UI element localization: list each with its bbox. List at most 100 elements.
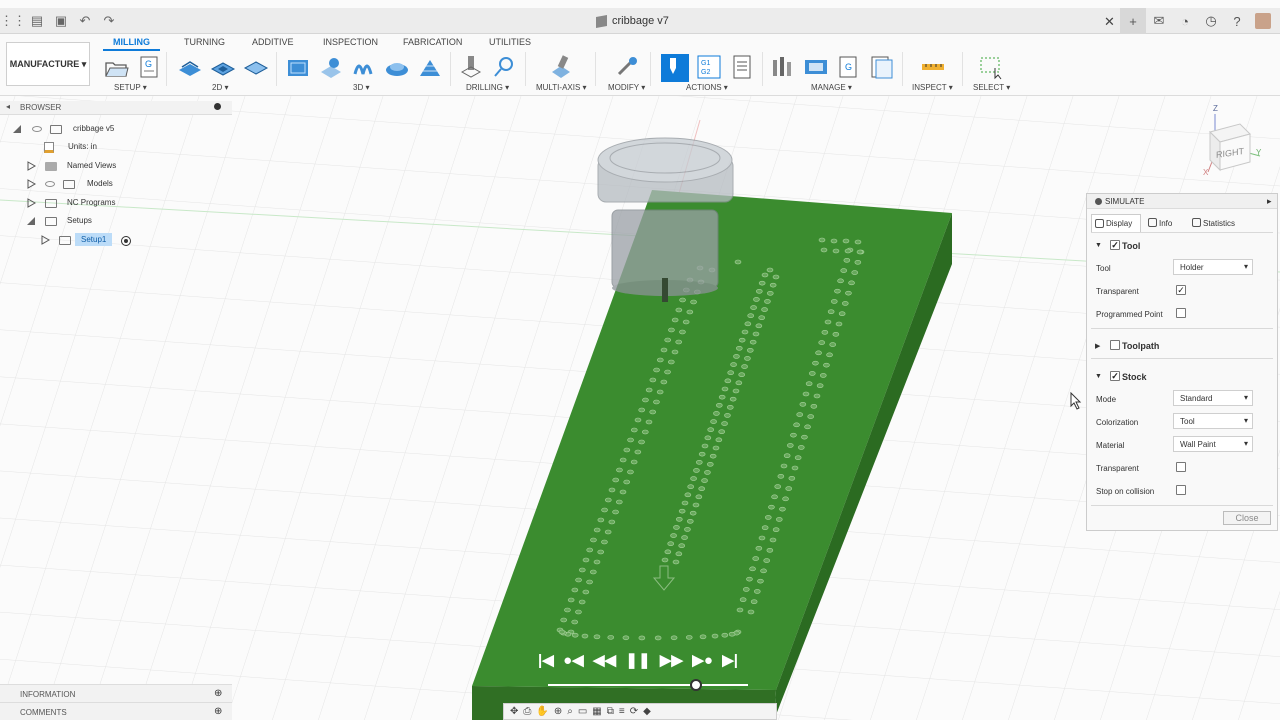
actions-group-label[interactable]: ACTIONS ▾ [686, 83, 728, 92]
stop-on-collision-checkbox[interactable] [1176, 485, 1186, 495]
3d-pocket-icon[interactable] [318, 54, 344, 80]
programmed-point-checkbox[interactable] [1176, 308, 1186, 318]
refresh-icon[interactable]: ⟳ [630, 706, 638, 717]
add-panel-icon[interactable]: ⊕ [214, 688, 222, 699]
tool-section-header[interactable]: ▼ ✓ Tool [1095, 240, 1275, 254]
collapse-triangle-icon[interactable] [26, 216, 36, 226]
tree-item-models[interactable]: Models [26, 177, 206, 193]
measure-icon[interactable] [920, 54, 946, 80]
expand-panel-icon[interactable]: ▸ [1267, 196, 1272, 207]
hole-recognition-icon[interactable] [491, 54, 517, 80]
machine-library-icon[interactable] [803, 54, 829, 80]
tree-item-nc-programs[interactable]: NC Programs [26, 196, 206, 212]
new-setup-icon[interactable] [103, 54, 129, 80]
new-tab-button[interactable]: + [1120, 8, 1146, 34]
simulate-icon[interactable] [661, 54, 689, 82]
tool-library-icon[interactable] [770, 54, 796, 80]
face-icon[interactable] [243, 54, 269, 80]
look-at-icon[interactable]: ⎙ [523, 706, 531, 717]
collapse-arrow-icon[interactable]: ▼ [1095, 373, 1102, 380]
tab-utilities[interactable]: UTILITIES [489, 37, 531, 47]
select-box-icon[interactable] [978, 54, 1004, 80]
expand-triangle-icon[interactable] [26, 161, 37, 171]
notifications-icon[interactable]: ✉ [1146, 13, 1172, 29]
save-icon[interactable]: ▣ [52, 12, 70, 30]
post-process-icon[interactable]: G1 G2 [696, 54, 722, 80]
multi-axis-group-label[interactable]: MULTI-AXIS ▾ [536, 83, 587, 92]
contour-icon[interactable] [417, 54, 443, 80]
toolpath-section-header[interactable]: ▶ Toolpath [1095, 340, 1275, 354]
tree-item-setup1[interactable]: Setup1 [40, 233, 220, 249]
next-operation-button[interactable]: ▶● [692, 651, 713, 669]
active-setup-icon[interactable] [121, 236, 131, 246]
grid-menu-icon[interactable]: ⋮⋮ [0, 12, 26, 30]
comments-panel-header[interactable]: COMMENTS ⊕ [0, 702, 232, 720]
setup-group-label[interactable]: SETUP ▾ [114, 83, 147, 92]
close-button[interactable]: Close [1223, 511, 1271, 525]
undo-icon[interactable]: ↶ [76, 12, 94, 30]
stock-section-header[interactable]: ▼ ✓ Stock [1095, 371, 1275, 385]
modify-group-label[interactable]: MODIFY ▾ [608, 83, 645, 92]
stock-transparent-checkbox[interactable] [1176, 462, 1186, 472]
collapse-icon[interactable]: ◂ [6, 102, 10, 111]
2d-adaptive-icon[interactable] [177, 54, 203, 80]
pan-icon[interactable]: ✋ [536, 706, 548, 717]
go-to-end-button[interactable]: ▶| [722, 651, 738, 669]
tree-item-setups[interactable]: Setups [26, 214, 206, 230]
add-comment-icon[interactable]: ⊕ [214, 706, 222, 717]
simulation-timeline-slider[interactable] [548, 684, 748, 686]
post-library-icon[interactable]: G [836, 54, 862, 80]
tab-milling[interactable]: MILLING [103, 37, 160, 51]
tab-statistics[interactable]: Statistics [1189, 214, 1269, 232]
pin-icon[interactable] [214, 103, 221, 110]
close-tab-icon[interactable]: ✕ [1104, 14, 1115, 30]
information-panel-header[interactable]: INFORMATION ⊕ [0, 684, 232, 702]
clock-icon[interactable]: ◷ [1198, 13, 1224, 29]
display-settings-icon[interactable]: ▭ [578, 706, 587, 717]
scallop-icon[interactable] [384, 54, 410, 80]
collapse-arrow-icon[interactable]: ▼ [1095, 242, 1102, 249]
3d-group-label[interactable]: 3D ▾ [353, 83, 369, 92]
nc-program-icon[interactable]: G [136, 54, 162, 80]
tab-turning[interactable]: TURNING [184, 37, 225, 47]
orbit-icon[interactable]: ✥ [510, 706, 518, 717]
2d-pocket-icon[interactable] [210, 54, 236, 80]
zoom-icon[interactable]: ⊕ [554, 706, 562, 717]
grid-settings-icon[interactable]: ▦ [592, 706, 601, 717]
tab-display[interactable]: Display [1091, 214, 1141, 232]
toolpath-checkbox[interactable] [1110, 340, 1120, 350]
tool-checkbox[interactable]: ✓ [1110, 240, 1120, 250]
tab-additive[interactable]: ADDITIVE [252, 37, 294, 47]
expand-triangle-icon[interactable] [26, 198, 37, 208]
viewports-icon[interactable]: ⧉ [607, 706, 614, 717]
go-to-start-button[interactable]: |◀ [538, 651, 554, 669]
document-tab[interactable]: cribbage v7 [570, 8, 1120, 34]
expand-triangle-icon[interactable] [26, 179, 37, 189]
colorization-dropdown[interactable]: Tool [1173, 413, 1253, 429]
step-back-button[interactable]: ◀◀ [593, 651, 616, 669]
browser-panel-header[interactable]: ◂ BROWSER [0, 101, 232, 115]
timeline-slider-handle[interactable] [690, 679, 702, 691]
tool-dropdown[interactable]: Holder [1173, 259, 1253, 275]
workspace-switcher[interactable]: MANUFACTURE ▾ [6, 42, 90, 86]
mode-dropdown[interactable]: Standard [1173, 390, 1253, 406]
collapse-triangle-icon[interactable] [12, 124, 22, 134]
tab-fabrication[interactable]: FABRICATION [403, 37, 462, 47]
simulate-title-bar[interactable]: SIMULATE ▸ [1087, 194, 1277, 209]
inspect-group-label[interactable]: INSPECT ▾ [912, 83, 953, 92]
viewcube[interactable]: Z RIGHT Y X [1200, 104, 1270, 184]
visibility-eye-icon[interactable] [32, 126, 42, 132]
redo-icon[interactable]: ↷ [100, 12, 118, 30]
transparent-checkbox[interactable]: ✓ [1176, 285, 1186, 295]
manage-group-label[interactable]: MANAGE ▾ [811, 83, 852, 92]
section-analysis-icon[interactable]: ≡ [619, 706, 625, 717]
step-forward-button[interactable]: ▶▶ [660, 651, 683, 669]
material-dropdown[interactable]: Wall Paint [1173, 436, 1253, 452]
modify-icon[interactable] [614, 54, 640, 80]
select-group-label[interactable]: SELECT ▾ [973, 83, 1010, 92]
environment-icon[interactable]: ◆ [643, 706, 651, 717]
tab-inspection[interactable]: INSPECTION [323, 37, 378, 47]
expand-triangle-icon[interactable] [40, 235, 51, 245]
pause-button[interactable]: ❚❚ [625, 651, 650, 669]
expand-arrow-icon[interactable]: ▶ [1095, 342, 1100, 350]
